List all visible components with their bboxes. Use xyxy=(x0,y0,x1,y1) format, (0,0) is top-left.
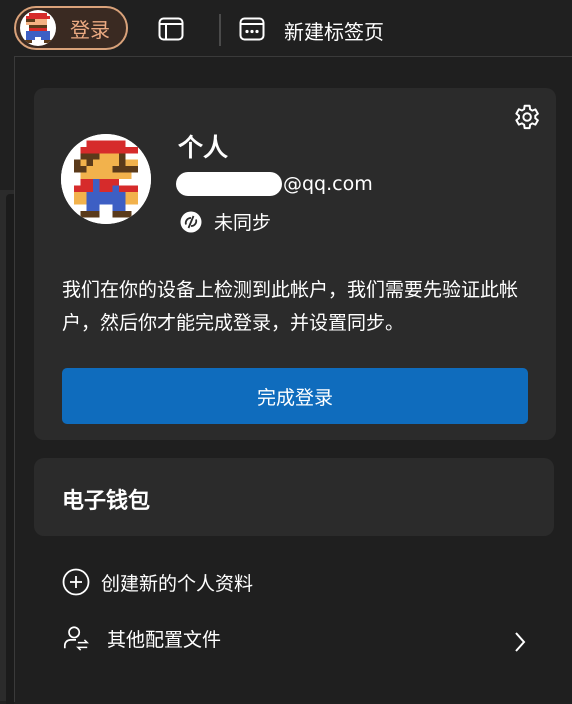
profiles-switch-icon xyxy=(62,624,90,652)
sync-off-icon xyxy=(180,211,202,233)
other-profiles-item[interactable]: 其他配置文件 xyxy=(62,624,221,652)
profile-button-label: 登录 xyxy=(70,17,110,42)
profile-avatar xyxy=(61,134,151,224)
wallet-title: 电子钱包 xyxy=(62,489,151,514)
other-profiles-label: 其他配置文件 xyxy=(107,628,222,651)
tab-actions-icon[interactable] xyxy=(158,17,184,45)
profile-avatar-small xyxy=(20,10,56,46)
profile-button[interactable]: 登录 xyxy=(14,6,128,50)
new-tab-icon[interactable] xyxy=(239,17,265,45)
background-page-edge xyxy=(0,190,14,704)
sync-status: 未同步 xyxy=(180,208,271,235)
settings-gear-icon[interactable] xyxy=(511,102,541,136)
profile-name: 个人 xyxy=(178,133,229,162)
chevron-right-icon[interactable] xyxy=(512,631,528,657)
complete-sign-in-button[interactable]: 完成登录 xyxy=(62,368,528,424)
email-domain: @qq.com xyxy=(283,173,373,195)
titlebar-divider xyxy=(219,14,221,46)
account-email: @qq.com xyxy=(176,170,373,198)
email-redaction xyxy=(176,172,282,196)
create-profile-label: 创建新的个人资料 xyxy=(101,572,254,595)
wallet-section[interactable]: 电子钱包 xyxy=(34,458,554,536)
add-circle-icon xyxy=(62,568,90,596)
verification-message: 我们在你的设备上检测到此帐户，我们需要先验证此帐户，然后你才能完成登录，并设置同… xyxy=(62,279,519,334)
sync-status-text: 未同步 xyxy=(214,212,272,234)
new-tab-label[interactable]: 新建标签页 xyxy=(284,16,384,45)
browser-titlebar: 登录 新建标签页 xyxy=(0,0,572,56)
create-profile-item[interactable]: 创建新的个人资料 xyxy=(62,568,253,596)
